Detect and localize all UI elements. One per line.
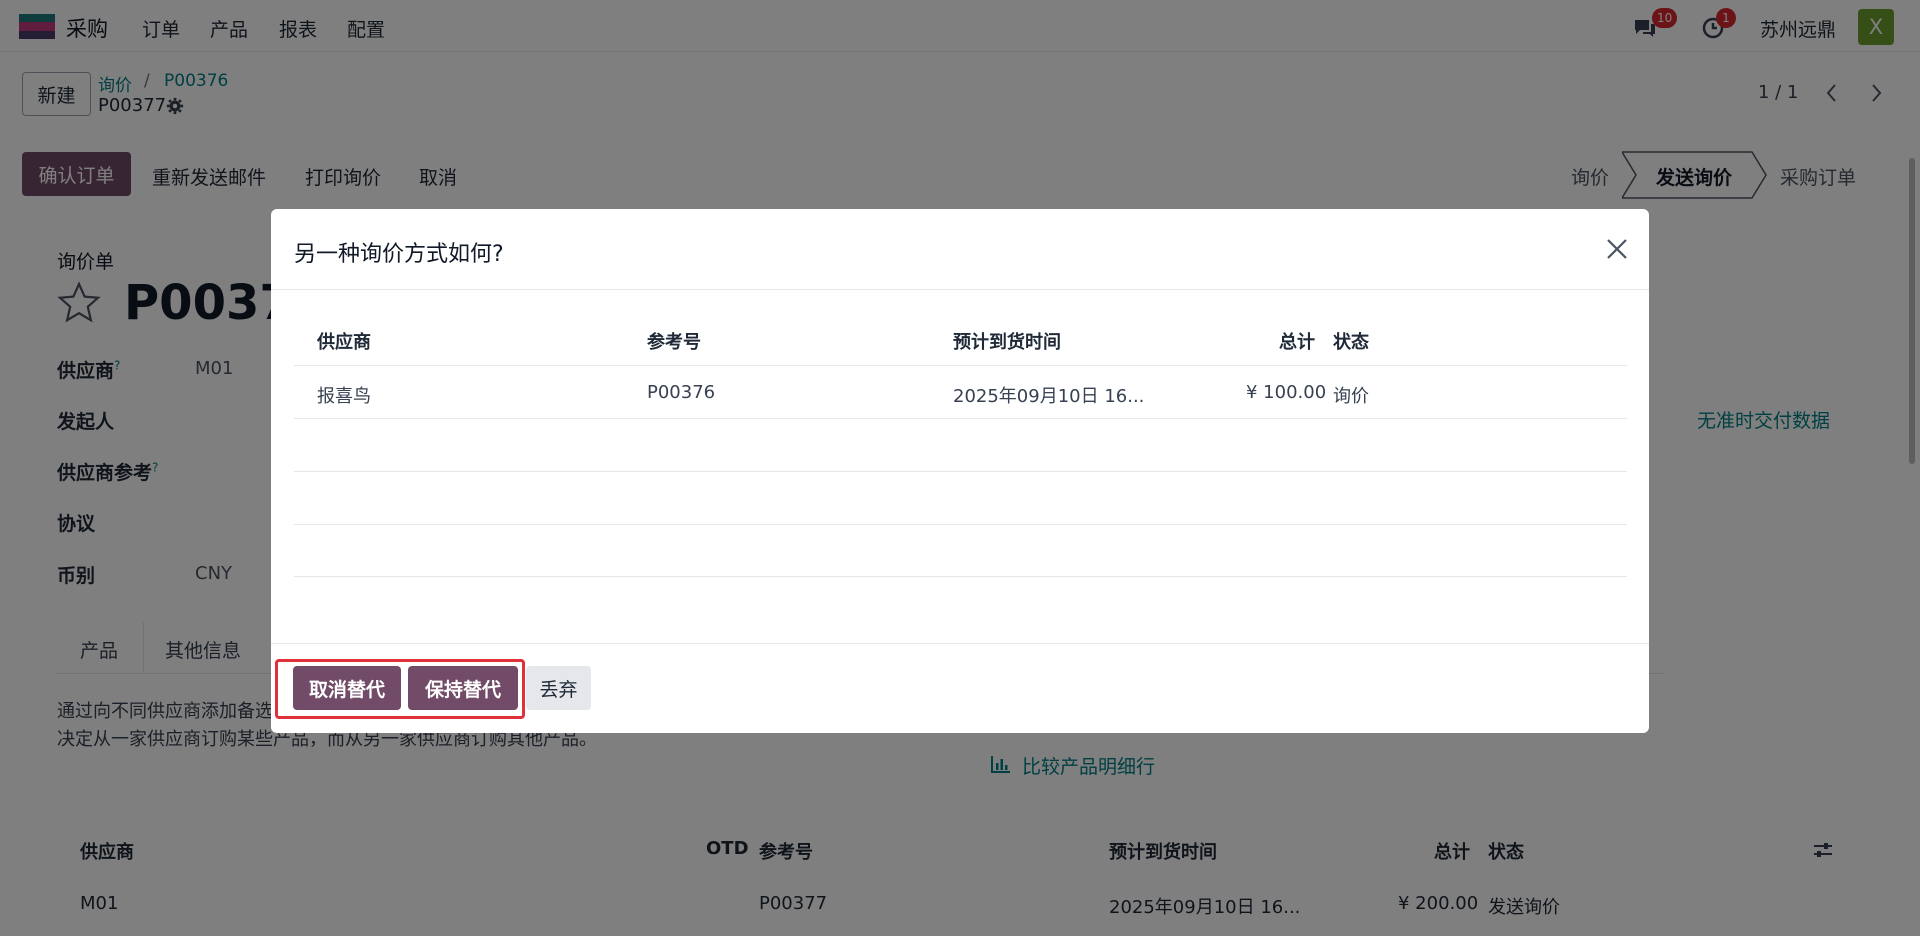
dialog-title: 另一种询价方式如何? bbox=[294, 242, 504, 267]
grid-divider bbox=[294, 524, 1627, 525]
close-icon[interactable] bbox=[1605, 237, 1629, 261]
highlight-box bbox=[275, 659, 525, 719]
grid-cell-status[interactable]: 询价 bbox=[1333, 382, 1369, 408]
grid-header-ref[interactable]: 参考号 bbox=[647, 328, 701, 354]
grid-divider bbox=[294, 471, 1627, 472]
grid-divider bbox=[294, 418, 1627, 419]
grid-header-status[interactable]: 状态 bbox=[1333, 328, 1369, 354]
discard-button[interactable]: 丢弃 bbox=[526, 666, 591, 710]
grid-divider bbox=[294, 576, 1627, 577]
grid-cell-total[interactable]: ¥ 100.00 bbox=[1246, 382, 1326, 403]
grid-cell-eta[interactable]: 2025年09月10日 16... bbox=[953, 382, 1144, 408]
grid-cell-ref[interactable]: P00376 bbox=[647, 382, 715, 403]
dialog-header: 另一种询价方式如何? bbox=[271, 209, 1649, 290]
grid-header-total[interactable]: 总计 bbox=[1279, 328, 1315, 354]
grid-divider bbox=[294, 365, 1627, 366]
grid-header-eta[interactable]: 预计到货时间 bbox=[953, 328, 1061, 354]
grid-cell-vendor[interactable]: 报喜鸟 bbox=[317, 382, 371, 408]
grid-header-vendor[interactable]: 供应商 bbox=[317, 328, 371, 354]
alternative-rfq-dialog: 另一种询价方式如何? 供应商 参考号 预计到货时间 总计 状态 报喜鸟 P003… bbox=[271, 209, 1649, 733]
